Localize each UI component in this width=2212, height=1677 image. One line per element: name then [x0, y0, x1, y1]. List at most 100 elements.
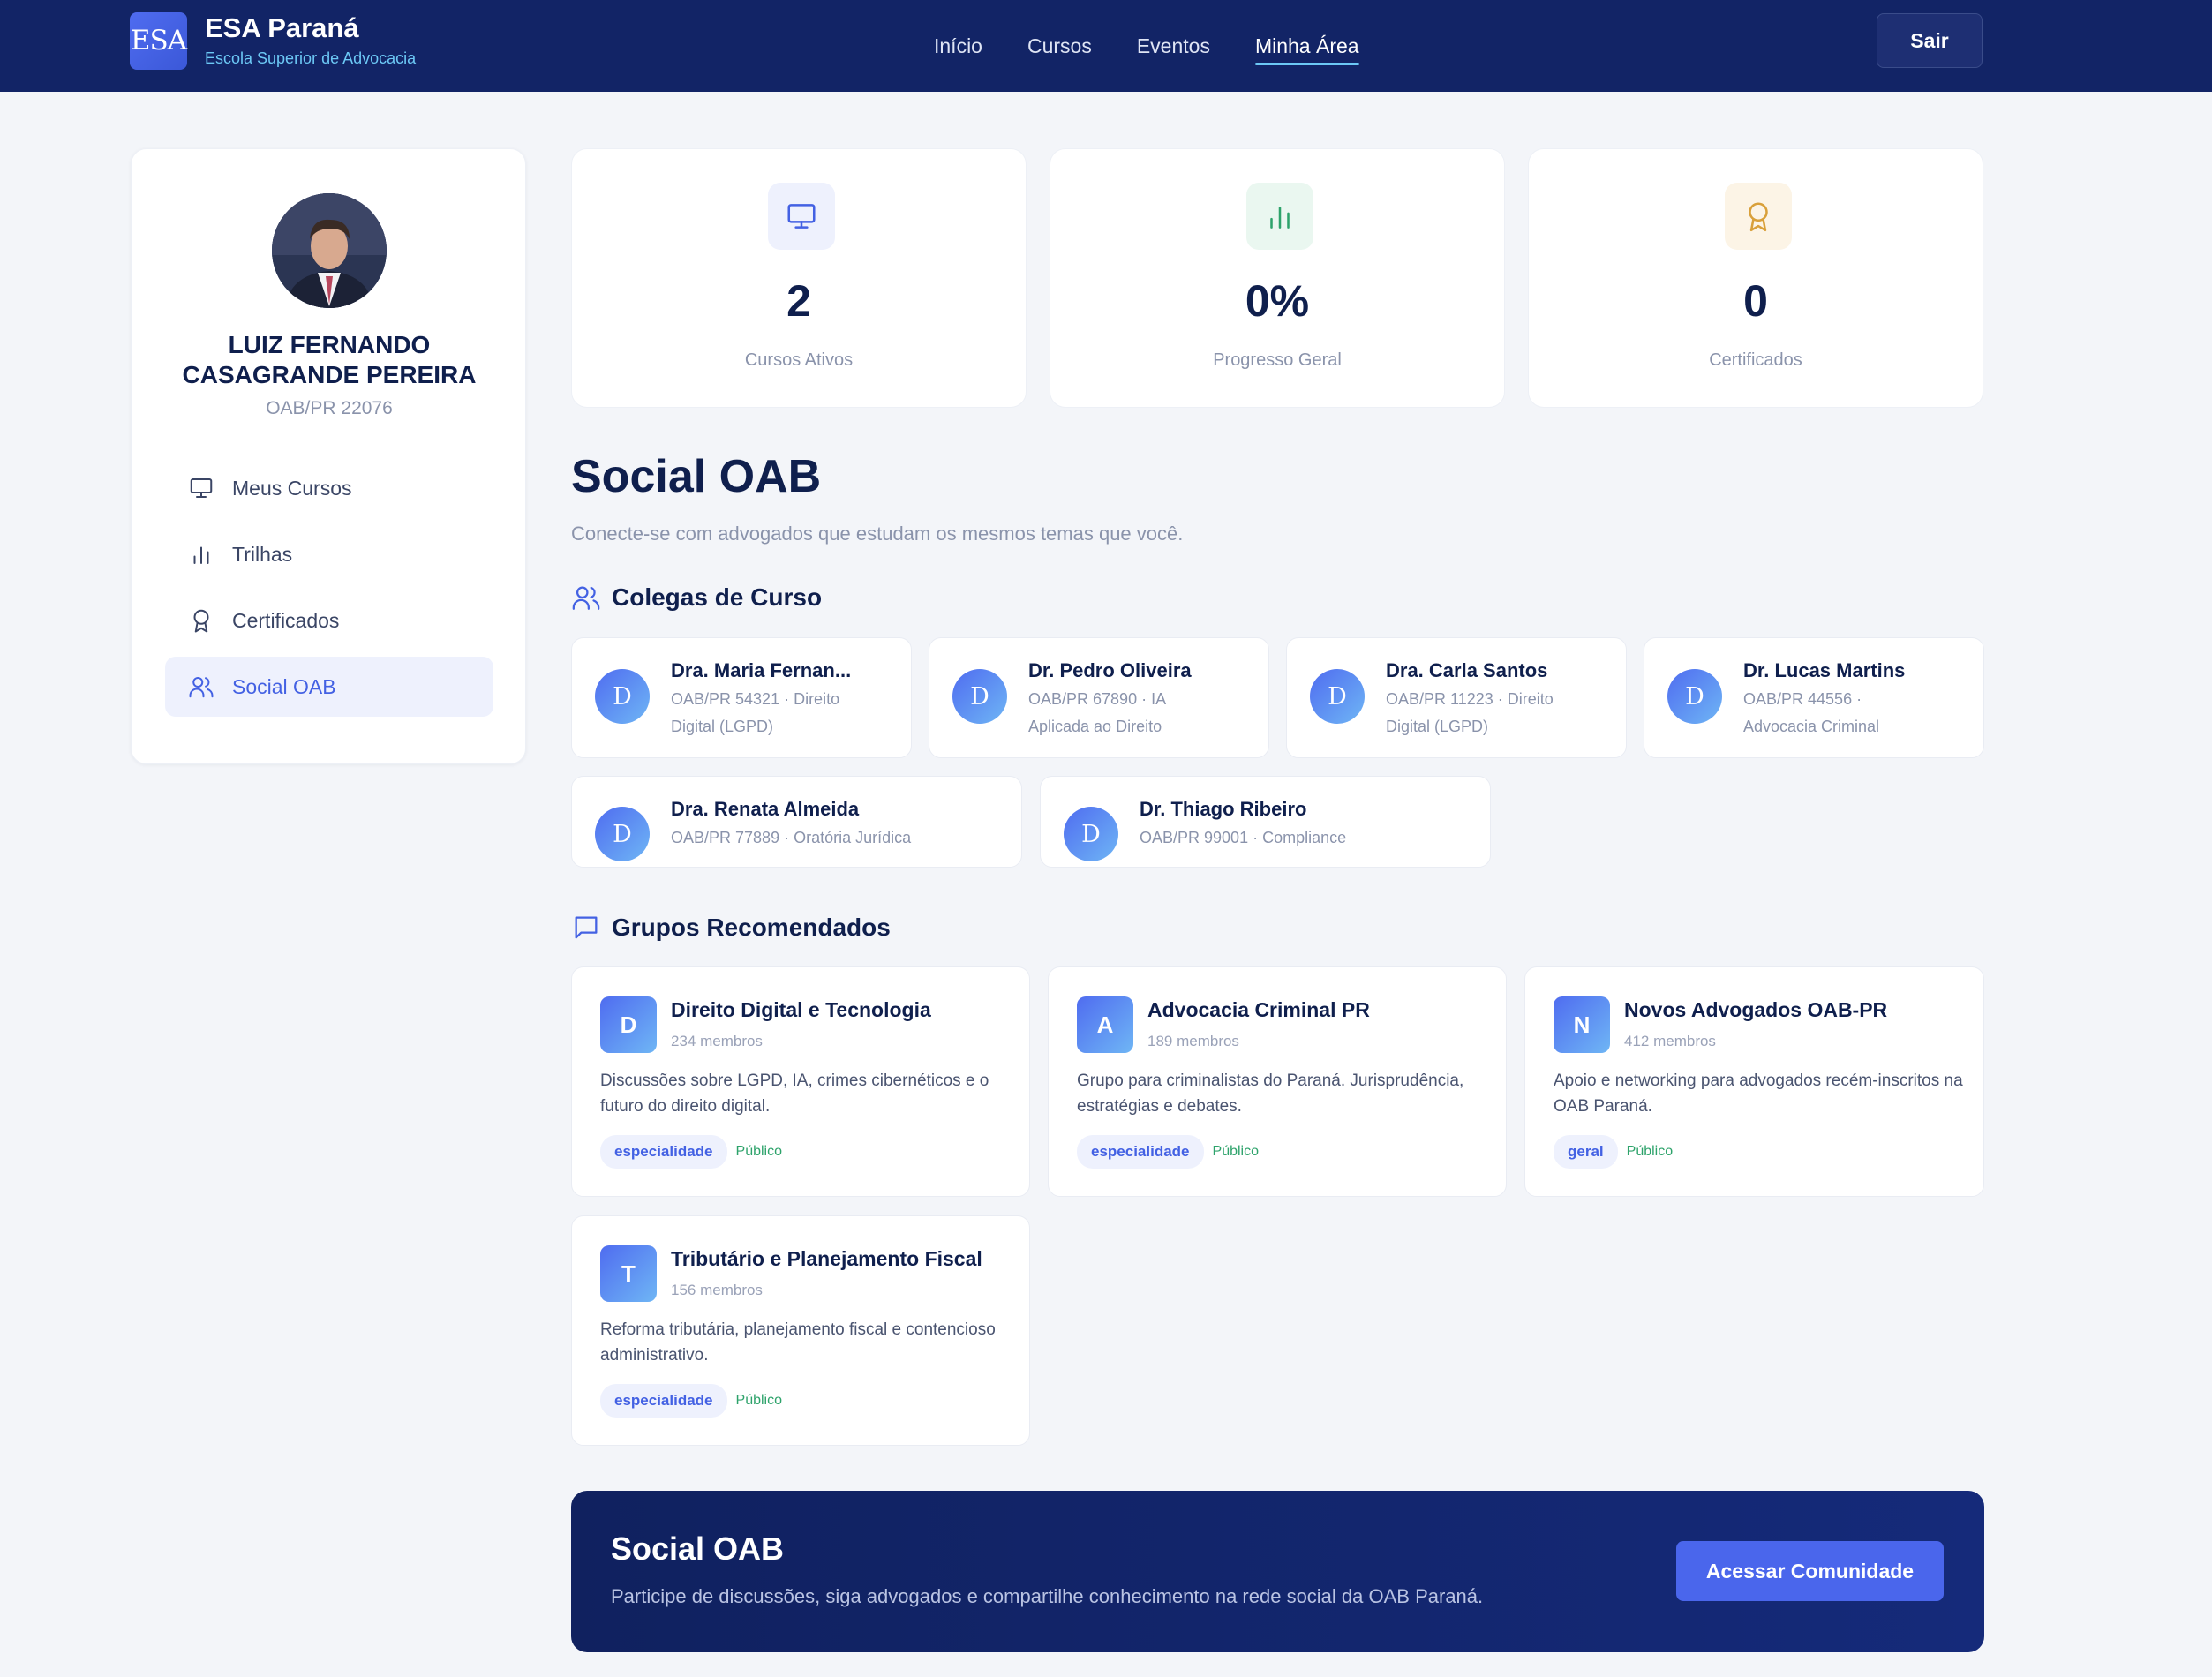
sidebar-item-social-oab[interactable]: Social OAB	[165, 657, 493, 717]
group-card[interactable]: D Direito Digital e Tecnologia 234 membr…	[571, 966, 1030, 1197]
monitor-icon	[787, 204, 816, 229]
colleague-card[interactable]: D Dra. Carla Santos OAB/PR 11223 · Direi…	[1286, 637, 1627, 758]
colleague-card[interactable]: D Dr. Thiago Ribeiro OAB/PR 99001 · Comp…	[1040, 776, 1491, 868]
sidebar-item-certificados[interactable]: Certificados	[165, 590, 493, 650]
group-visibility: Público	[735, 1393, 782, 1408]
colleague-avatar: D	[595, 669, 650, 724]
monitor-icon	[190, 478, 213, 498]
colleague-avatar: D	[1667, 669, 1722, 724]
group-name: Novos Advogados OAB-PR	[1624, 998, 1888, 1021]
colleague-name: Dr. Lucas Martins	[1743, 659, 1906, 681]
group-name: Advocacia Criminal PR	[1147, 998, 1370, 1021]
group-badge: T	[600, 1245, 657, 1302]
group-description: Apoio e networking para advogados recém-…	[1554, 1072, 1963, 1116]
colleague-card[interactable]: D Dra. Maria Fernan... OAB/PR 54321 · Di…	[571, 637, 912, 758]
users-icon	[189, 677, 214, 698]
brand-subtitle: Escola Superior de Advocacia	[205, 49, 417, 67]
brand-logo: ESA	[130, 11, 187, 70]
group-name: Tributário e Planejamento Fiscal	[671, 1247, 982, 1270]
stat-value: 0%	[1245, 276, 1310, 326]
nav-link-eventos[interactable]: Eventos	[1137, 0, 1210, 92]
profile-sidebar: LUIZ FERNANDO CASAGRANDE PEREIRA OAB/PR …	[131, 148, 526, 764]
stat-label: Certificados	[1709, 350, 1802, 370]
group-badge: A	[1077, 996, 1133, 1053]
page-title: Social OAB	[571, 451, 822, 502]
section-title-text: Grupos Recomendados	[612, 914, 891, 941]
sidebar-item-label: Meus Cursos	[232, 476, 352, 500]
colleague-avatar: D	[595, 807, 650, 861]
cta-title: Social OAB	[611, 1530, 785, 1567]
cta-subtitle: Participe de discussões, siga advogados …	[611, 1585, 1484, 1607]
group-badge: N	[1554, 996, 1610, 1053]
colleague-detail: OAB/PR 99001 · Compliance	[1140, 829, 1347, 846]
sidebar-item-trilhas[interactable]: Trilhas	[165, 524, 493, 584]
group-members: 234 membros	[671, 1033, 763, 1049]
logout-button[interactable]: Sair	[1877, 13, 1983, 68]
colleague-detail: OAB/PR 44556 · Advocacia Criminal	[1743, 690, 1880, 735]
group-tag: especialidade	[600, 1135, 727, 1169]
stat-icon-box	[768, 183, 835, 250]
brand[interactable]: ESA ESA Paraná Escola Superior de Advoca…	[130, 11, 416, 70]
colleague-detail: OAB/PR 54321 · Direito Digital (LGPD)	[671, 690, 840, 735]
stat-icon-box	[1246, 183, 1313, 250]
award-icon	[1749, 202, 1768, 232]
group-members: 412 membros	[1624, 1033, 1716, 1049]
colleague-name: Dr. Pedro Oliveira	[1028, 659, 1192, 681]
sidebar-item-label: Social OAB	[232, 674, 336, 698]
colleague-name: Dra. Renata Almeida	[671, 798, 860, 820]
avatar	[272, 193, 387, 308]
stat-icon-box	[1725, 183, 1792, 250]
group-badge: D	[600, 996, 657, 1053]
section-title-colegas: Colegas de Curso	[571, 583, 822, 613]
colleague-avatar: D	[1310, 669, 1365, 724]
profile-photo	[272, 193, 387, 308]
access-community-button[interactable]: Acessar Comunidade	[1676, 1541, 1944, 1601]
stat-label: Progresso Geral	[1213, 350, 1342, 370]
colleague-avatar: D	[1064, 807, 1118, 861]
colleague-name: Dra. Carla Santos	[1386, 659, 1548, 681]
community-cta-banner: Social OAB Participe de discussões, siga…	[571, 1491, 1984, 1652]
group-visibility: Público	[1212, 1144, 1259, 1159]
stat-value: 2	[786, 276, 811, 326]
nav-link-minha-area[interactable]: Minha Área	[1254, 0, 1359, 92]
group-members: 156 membros	[671, 1282, 763, 1298]
stat-card-cursos-ativos: 2 Cursos Ativos	[571, 148, 1027, 408]
colleague-card[interactable]: D Dr. Pedro Oliveira OAB/PR 67890 · IA Ap…	[929, 637, 1269, 758]
group-name: Direito Digital e Tecnologia	[671, 998, 931, 1021]
group-card[interactable]: T Tributário e Planejamento Fiscal 156 m…	[571, 1215, 1030, 1446]
sidebar-item-meus-cursos[interactable]: Meus Cursos	[165, 458, 493, 518]
group-description: Reforma tributária, planejamento fiscal …	[600, 1320, 996, 1365]
colleague-card[interactable]: D Dr. Lucas Martins OAB/PR 44556 · Advoca…	[1644, 637, 1984, 758]
bar-chart-icon	[1270, 207, 1290, 229]
group-members: 189 membros	[1147, 1033, 1239, 1049]
chat-bubble-icon	[575, 916, 598, 939]
top-navbar: ESA ESA Paraná Escola Superior de Advoca…	[0, 0, 2212, 92]
main-nav: Início Cursos Eventos Minha Área	[934, 0, 1404, 92]
nav-link-inicio[interactable]: Início	[934, 0, 982, 92]
award-icon	[193, 609, 209, 633]
stat-card-progresso-geral: 0% Progresso Geral	[1050, 148, 1505, 408]
group-card[interactable]: A Advocacia Criminal PR 189 membros Grup…	[1048, 966, 1507, 1197]
group-tag: geral	[1554, 1135, 1618, 1169]
group-description: Discussões sobre LGPD, IA, crimes cibern…	[600, 1072, 989, 1116]
colleague-card[interactable]: D Dra. Renata Almeida OAB/PR 77889 · Ora…	[571, 776, 1022, 868]
group-description: Grupo para criminalistas do Paraná. Juri…	[1077, 1072, 1464, 1116]
stat-value: 0	[1743, 276, 1768, 326]
colleague-detail: OAB/PR 77889 · Oratória Jurídica	[671, 829, 912, 846]
group-tag: especialidade	[600, 1384, 727, 1418]
sidebar-item-label: Trilhas	[232, 542, 293, 566]
stat-card-certificados: 0 Certificados	[1528, 148, 1983, 408]
page-subtitle: Conecte-se com advogados que estudam os …	[571, 523, 1184, 545]
bar-chart-icon	[193, 546, 209, 564]
group-card[interactable]: N Novos Advogados OAB-PR 412 membros Apo…	[1524, 966, 1984, 1197]
group-tag: especialidade	[1077, 1135, 1204, 1169]
profile-oab-number: OAB/PR 22076	[266, 398, 393, 418]
sidebar-menu: Meus Cursos Trilhas Certificados Social …	[165, 458, 493, 723]
group-visibility: Público	[1626, 1144, 1674, 1159]
nav-link-cursos[interactable]: Cursos	[1027, 0, 1092, 92]
colleague-avatar: D	[952, 669, 1007, 724]
colleague-name: Dr. Thiago Ribeiro	[1140, 798, 1307, 820]
section-title-text: Colegas de Curso	[612, 583, 823, 611]
colleague-detail: OAB/PR 67890 · IA Aplicada ao Direito	[1028, 690, 1167, 735]
stat-label: Cursos Ativos	[744, 350, 854, 370]
